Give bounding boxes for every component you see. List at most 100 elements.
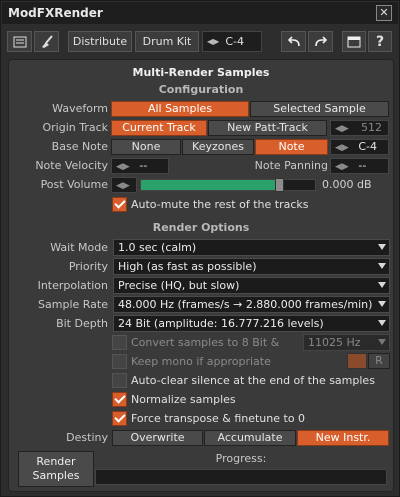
clipboard-button[interactable]: [7, 31, 32, 52]
base-note-keyzones-button[interactable]: Keyzones: [182, 139, 254, 155]
sample-rate-label: Sample Rate: [38, 298, 108, 311]
render-button-line2: Samples: [32, 469, 80, 482]
help-button[interactable]: ?: [368, 31, 392, 52]
wait-mode-label: Wait Mode: [50, 241, 108, 254]
arrows-icon: ◀▶: [116, 181, 130, 191]
clipboard-icon: [13, 36, 26, 47]
undo-icon: [287, 35, 300, 46]
post-volume-fill: [141, 180, 281, 190]
panel-title: Multi-Render Samples: [132, 66, 270, 79]
automute-label: Auto-mute the rest of the tracks: [131, 198, 309, 211]
bit-depth-label: Bit Depth: [56, 317, 108, 330]
waveform-all-samples-button[interactable]: All Samples: [111, 101, 249, 117]
broom-icon: [41, 34, 53, 48]
chevron-down-icon: [378, 301, 386, 307]
base-note-none-button[interactable]: None: [111, 139, 181, 155]
note-velocity-value: --: [139, 159, 148, 172]
note-panning-value: --: [358, 159, 367, 172]
normalize-checkbox[interactable]: [112, 392, 127, 407]
convert-rate-value: 11025 Hz: [308, 336, 361, 349]
window-button[interactable]: [342, 31, 366, 52]
origin-new-patt-track-button[interactable]: New Patt-Track: [208, 120, 327, 136]
arrows-icon: ◀▶: [116, 162, 130, 172]
priority-label: Priority: [68, 260, 108, 273]
force-transpose-checkbox[interactable]: [112, 411, 127, 426]
interpolation-value: Precise (HQ, but slow): [118, 279, 240, 292]
title-bar: ModFXRender ✕: [2, 2, 398, 24]
note-velocity-field[interactable]: ◀▶ --: [111, 158, 169, 174]
multi-render-panel: Multi-Render Samples Configuration Wavef…: [8, 59, 394, 492]
origin-track-value: 512: [361, 121, 382, 134]
broom-button[interactable]: [34, 31, 59, 52]
origin-track-label: Origin Track: [42, 121, 108, 134]
automute-checkbox[interactable]: [112, 197, 127, 212]
distribute-button[interactable]: Distribute: [68, 31, 132, 52]
mono-left-button[interactable]: L: [347, 353, 367, 369]
chevron-down-icon: [378, 244, 386, 250]
post-volume-label: Post Volume: [40, 178, 108, 191]
arrows-icon: ◀▶: [335, 124, 349, 134]
base-note-label: Base Note: [51, 140, 108, 153]
sample-rate-dropdown[interactable]: 48.000 Hz (frames/s → 2.880.000 frames/m…: [113, 296, 390, 313]
mono-right-button[interactable]: R: [368, 353, 390, 369]
toolbar: Distribute Drum Kit ◀▶ C-4 ?: [2, 25, 398, 57]
interpolation-label: Interpolation: [37, 279, 108, 292]
waveform-label: Waveform: [52, 102, 108, 115]
chevron-down-icon: [378, 339, 386, 345]
priority-dropdown[interactable]: High (as fast as possible): [113, 258, 390, 275]
wait-mode-dropdown[interactable]: 1.0 sec (calm): [113, 239, 390, 256]
destiny-accumulate-button[interactable]: Accumulate: [204, 430, 296, 446]
progress-bar: [95, 469, 387, 485]
autoclear-label: Auto-clear silence at the end of the sam…: [131, 374, 375, 387]
window-title: ModFXRender: [8, 6, 103, 20]
note-panning-field[interactable]: ◀▶ --: [330, 158, 389, 174]
bit-depth-value: 24 Bit (amplitude: 16.777.216 levels): [118, 317, 324, 330]
destiny-overwrite-button[interactable]: Overwrite: [112, 430, 203, 446]
destiny-label: Destiny: [66, 431, 108, 444]
origin-current-track-button[interactable]: Current Track: [111, 120, 207, 136]
drumkit-button[interactable]: Drum Kit: [135, 31, 199, 52]
render-options-heading: Render Options: [152, 221, 250, 234]
destiny-new-instr-button[interactable]: New Instr.: [297, 430, 389, 446]
help-icon: ?: [375, 33, 385, 50]
waveform-selected-sample-button[interactable]: Selected Sample: [250, 101, 389, 117]
chevron-down-icon: [378, 320, 386, 326]
origin-track-value-field[interactable]: ◀▶ 512: [330, 120, 389, 136]
keep-mono-checkbox[interactable]: [112, 354, 127, 369]
post-volume-knob[interactable]: [275, 178, 284, 192]
note-selector[interactable]: ◀▶ C-4: [202, 31, 262, 52]
wait-mode-value: 1.0 sec (calm): [118, 241, 197, 254]
note-value: C-4: [225, 35, 244, 48]
chevron-down-icon: [378, 263, 386, 269]
autoclear-checkbox[interactable]: [112, 373, 127, 388]
arrows-icon: ◀▶: [335, 143, 349, 153]
keep-mono-label: Keep mono if appropriate: [131, 355, 271, 368]
priority-value: High (as fast as possible): [118, 260, 257, 273]
progress-label: Progress:: [215, 452, 267, 465]
force-transpose-label: Force transpose & finetune to 0: [131, 412, 306, 425]
modfxrender-window: ModFXRender ✕ Distribute Drum Kit ◀▶ C-4…: [0, 0, 400, 497]
post-volume-stepper[interactable]: ◀▶: [111, 177, 137, 193]
bit-depth-dropdown[interactable]: 24 Bit (amplitude: 16.777.216 levels): [113, 315, 390, 332]
base-note-note-button[interactable]: Note: [255, 139, 328, 155]
redo-icon: [314, 35, 327, 46]
close-button[interactable]: ✕: [376, 5, 392, 21]
interpolation-dropdown[interactable]: Precise (HQ, but slow): [113, 277, 390, 294]
convert-8bit-label: Convert samples to 8 Bit &: [131, 336, 280, 349]
normalize-label: Normalize samples: [131, 393, 236, 406]
close-icon: ✕: [379, 6, 389, 19]
post-volume-value: 0.000 dB: [322, 178, 372, 191]
arrows-icon: ◀▶: [335, 162, 349, 172]
arrows-icon: ◀▶: [207, 37, 220, 46]
undo-button[interactable]: [281, 31, 306, 52]
convert-8bit-checkbox[interactable]: [112, 335, 127, 350]
window-icon: [347, 36, 361, 47]
sample-rate-value: 48.000 Hz (frames/s → 2.880.000 frames/m…: [118, 298, 373, 311]
post-volume-slider[interactable]: [140, 178, 316, 192]
redo-button[interactable]: [308, 31, 333, 52]
render-button-line1: Render: [36, 455, 76, 468]
convert-rate-dropdown[interactable]: 11025 Hz: [303, 334, 390, 351]
base-note-value: C-4: [358, 140, 377, 153]
render-samples-button[interactable]: Render Samples: [18, 451, 94, 487]
base-note-value-field[interactable]: ◀▶ C-4: [330, 139, 389, 155]
